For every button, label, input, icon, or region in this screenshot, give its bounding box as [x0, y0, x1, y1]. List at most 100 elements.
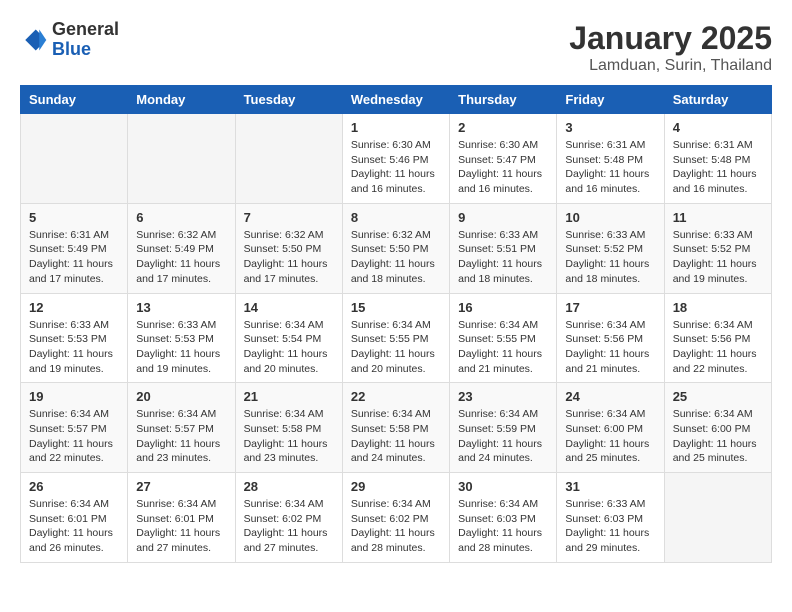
day-number: 10: [565, 210, 655, 225]
calendar-cell: 23 Sunrise: 6:34 AM Sunset: 5:59 PM Dayli…: [450, 383, 557, 473]
calendar-cell: [21, 114, 128, 204]
calendar-header: SundayMondayTuesdayWednesdayThursdayFrid…: [21, 86, 772, 114]
day-number: 21: [244, 389, 334, 404]
day-info: Sunrise: 6:33 AM Sunset: 5:53 PM Dayligh…: [29, 318, 119, 377]
logo: General Blue: [20, 20, 119, 60]
day-number: 15: [351, 300, 441, 315]
weekday-header-monday: Monday: [128, 86, 235, 114]
day-info: Sunrise: 6:32 AM Sunset: 5:49 PM Dayligh…: [136, 228, 226, 287]
day-info: Sunrise: 6:32 AM Sunset: 5:50 PM Dayligh…: [351, 228, 441, 287]
calendar-cell: 2Sunrise: 6:30 AM Sunset: 5:47 PM Daylig…: [450, 114, 557, 204]
calendar-cell: 28Sunrise: 6:34 AM Sunset: 6:02 PM Dayli…: [235, 473, 342, 563]
title-block: January 2025 Lamduan, Surin, Thailand: [569, 20, 772, 75]
calendar-cell: 1 Sunrise: 6:30 AM Sunset: 5:46 PM Daylig…: [342, 114, 449, 204]
day-number: 20: [136, 389, 226, 404]
day-info: Sunrise: 6:33 AM Sunset: 5:53 PM Dayligh…: [136, 318, 226, 377]
day-info: Sunrise: 6:34 AM Sunset: 5:58 PM Dayligh…: [244, 407, 334, 466]
day-info: Sunrise: 6:34 AM Sunset: 5:55 PM Dayligh…: [458, 318, 548, 377]
calendar-cell: 29 Sunrise: 6:34 AM Sunset: 6:02 PM Dayli…: [342, 473, 449, 563]
calendar-cell: 31 Sunrise: 6:33 AM Sunset: 6:03 PM Dayli…: [557, 473, 664, 563]
day-number: 3: [565, 120, 655, 135]
day-info: Sunrise: 6:34 AM Sunset: 6:01 PM Dayligh…: [136, 497, 226, 556]
day-info: Sunrise: 6:34 AM Sunset: 6:00 PM Dayligh…: [565, 407, 655, 466]
calendar-cell: 18 Sunrise: 6:34 AM Sunset: 5:56 PM Dayli…: [664, 293, 771, 383]
calendar-cell: 6 Sunrise: 6:32 AM Sunset: 5:49 PM Daylig…: [128, 203, 235, 293]
day-number: 29: [351, 479, 441, 494]
day-number: 22: [351, 389, 441, 404]
day-number: 27: [136, 479, 226, 494]
day-number: 17: [565, 300, 655, 315]
calendar-cell: 21 Sunrise: 6:34 AM Sunset: 5:58 PM Dayli…: [235, 383, 342, 473]
calendar-cell: 27 Sunrise: 6:34 AM Sunset: 6:01 PM Dayli…: [128, 473, 235, 563]
page-title: January 2025: [569, 20, 772, 57]
calendar-cell: [664, 473, 771, 563]
day-number: 8: [351, 210, 441, 225]
calendar-week-1: 1 Sunrise: 6:30 AM Sunset: 5:46 PM Daylig…: [21, 114, 772, 204]
day-info: Sunrise: 6:34 AM Sunset: 6:00 PM Dayligh…: [673, 407, 763, 466]
day-info: Sunrise: 6:33 AM Sunset: 6:03 PM Dayligh…: [565, 497, 655, 556]
day-info: Sunrise: 6:34 AM Sunset: 6:02 PM Dayligh…: [244, 497, 334, 556]
calendar-week-3: 12 Sunrise: 6:33 AM Sunset: 5:53 PM Dayli…: [21, 293, 772, 383]
calendar-week-2: 5Sunrise: 6:31 AM Sunset: 5:49 PM Daylig…: [21, 203, 772, 293]
calendar-cell: 10 Sunrise: 6:33 AM Sunset: 5:52 PM Dayli…: [557, 203, 664, 293]
day-info: Sunrise: 6:34 AM Sunset: 5:57 PM Dayligh…: [136, 407, 226, 466]
day-number: 18: [673, 300, 763, 315]
calendar-cell: 14 Sunrise: 6:34 AM Sunset: 5:54 PM Dayli…: [235, 293, 342, 383]
day-number: 14: [244, 300, 334, 315]
calendar-cell: 7 Sunrise: 6:32 AM Sunset: 5:50 PM Daylig…: [235, 203, 342, 293]
weekday-header-wednesday: Wednesday: [342, 86, 449, 114]
day-number: 5: [29, 210, 119, 225]
day-number: 13: [136, 300, 226, 315]
calendar-cell: 19Sunrise: 6:34 AM Sunset: 5:57 PM Dayli…: [21, 383, 128, 473]
calendar-cell: 15Sunrise: 6:34 AM Sunset: 5:55 PM Dayli…: [342, 293, 449, 383]
day-info: Sunrise: 6:32 AM Sunset: 5:50 PM Dayligh…: [244, 228, 334, 287]
calendar-table: SundayMondayTuesdayWednesdayThursdayFrid…: [20, 85, 772, 563]
day-number: 2: [458, 120, 548, 135]
day-number: 25: [673, 389, 763, 404]
day-info: Sunrise: 6:33 AM Sunset: 5:52 PM Dayligh…: [565, 228, 655, 287]
calendar-cell: 24 Sunrise: 6:34 AM Sunset: 6:00 PM Dayli…: [557, 383, 664, 473]
day-number: 26: [29, 479, 119, 494]
calendar-body: 1 Sunrise: 6:30 AM Sunset: 5:46 PM Daylig…: [21, 114, 772, 563]
day-info: Sunrise: 6:34 AM Sunset: 5:54 PM Dayligh…: [244, 318, 334, 377]
page-subtitle: Lamduan, Surin, Thailand: [569, 57, 772, 75]
day-number: 7: [244, 210, 334, 225]
day-number: 12: [29, 300, 119, 315]
day-number: 6: [136, 210, 226, 225]
calendar-cell: 25 Sunrise: 6:34 AM Sunset: 6:00 PM Dayli…: [664, 383, 771, 473]
day-info: Sunrise: 6:34 AM Sunset: 6:03 PM Dayligh…: [458, 497, 548, 556]
day-number: 9: [458, 210, 548, 225]
calendar-cell: [128, 114, 235, 204]
day-number: 1: [351, 120, 441, 135]
weekday-header-saturday: Saturday: [664, 86, 771, 114]
calendar-cell: 5Sunrise: 6:31 AM Sunset: 5:49 PM Daylig…: [21, 203, 128, 293]
day-info: Sunrise: 6:34 AM Sunset: 5:59 PM Dayligh…: [458, 407, 548, 466]
day-number: 31: [565, 479, 655, 494]
day-info: Sunrise: 6:34 AM Sunset: 5:56 PM Dayligh…: [673, 318, 763, 377]
day-info: Sunrise: 6:34 AM Sunset: 5:58 PM Dayligh…: [351, 407, 441, 466]
day-info: Sunrise: 6:34 AM Sunset: 5:57 PM Dayligh…: [29, 407, 119, 466]
calendar-cell: 12 Sunrise: 6:33 AM Sunset: 5:53 PM Dayli…: [21, 293, 128, 383]
day-info: Sunrise: 6:34 AM Sunset: 6:02 PM Dayligh…: [351, 497, 441, 556]
calendar-cell: 26Sunrise: 6:34 AM Sunset: 6:01 PM Dayli…: [21, 473, 128, 563]
calendar-cell: [235, 114, 342, 204]
weekday-header-row: SundayMondayTuesdayWednesdayThursdayFrid…: [21, 86, 772, 114]
day-number: 23: [458, 389, 548, 404]
day-info: Sunrise: 6:33 AM Sunset: 5:51 PM Dayligh…: [458, 228, 548, 287]
calendar-cell: 11Sunrise: 6:33 AM Sunset: 5:52 PM Dayli…: [664, 203, 771, 293]
day-number: 24: [565, 389, 655, 404]
calendar-week-4: 19Sunrise: 6:34 AM Sunset: 5:57 PM Dayli…: [21, 383, 772, 473]
calendar-cell: 13 Sunrise: 6:33 AM Sunset: 5:53 PM Dayli…: [128, 293, 235, 383]
day-number: 4: [673, 120, 763, 135]
calendar-cell: 30Sunrise: 6:34 AM Sunset: 6:03 PM Dayli…: [450, 473, 557, 563]
logo-icon: [20, 26, 48, 54]
calendar-cell: 16Sunrise: 6:34 AM Sunset: 5:55 PM Dayli…: [450, 293, 557, 383]
calendar-cell: 4Sunrise: 6:31 AM Sunset: 5:48 PM Daylig…: [664, 114, 771, 204]
day-info: Sunrise: 6:33 AM Sunset: 5:52 PM Dayligh…: [673, 228, 763, 287]
calendar-cell: 9 Sunrise: 6:33 AM Sunset: 5:51 PM Daylig…: [450, 203, 557, 293]
calendar-cell: 8 Sunrise: 6:32 AM Sunset: 5:50 PM Daylig…: [342, 203, 449, 293]
day-info: Sunrise: 6:30 AM Sunset: 5:46 PM Dayligh…: [351, 138, 441, 197]
calendar-week-5: 26 Sunrise: 6:34 AM Sunset: 6:01 PM Dayli…: [21, 473, 772, 563]
weekday-header-thursday: Thursday: [450, 86, 557, 114]
calendar-cell: 17Sunrise: 6:34 AM Sunset: 5:56 PM Dayli…: [557, 293, 664, 383]
